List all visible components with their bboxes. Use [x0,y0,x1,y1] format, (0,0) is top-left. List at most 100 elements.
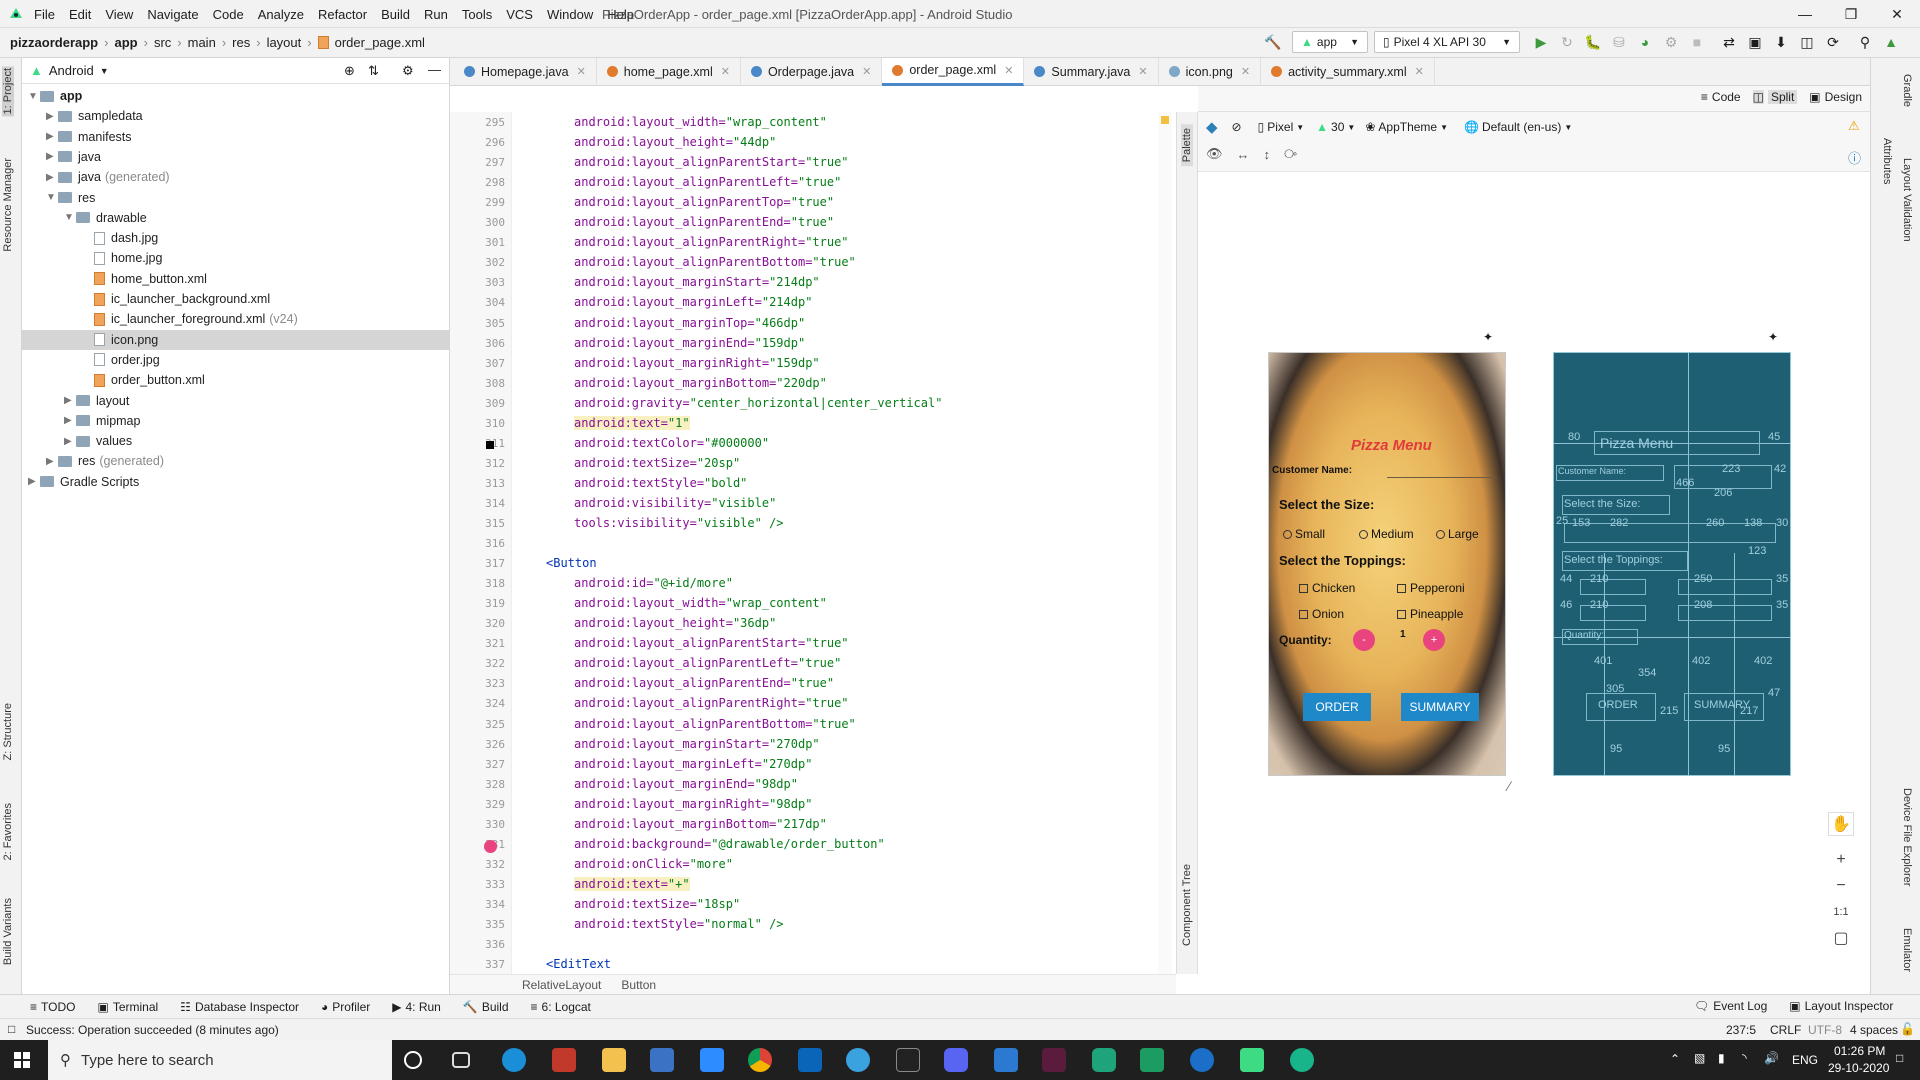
expanded-arrow-icon[interactable]: ▼ [64,212,76,223]
tree-item[interactable]: order.jpg [22,350,450,370]
code-line[interactable]: android:layout_marginLeft="270dp" [574,757,812,771]
phone-preview[interactable]: Pizza Menu Customer Name: Select the Siz… [1268,352,1506,776]
menu-edit[interactable]: Edit [69,7,91,22]
app-icon[interactable] [552,1048,576,1072]
bottom-tool-database-inspector[interactable]: ☷ Database Inspector [180,1000,299,1014]
close-tab-icon[interactable]: ✕ [862,65,871,78]
zoom-in-button[interactable]: + [1828,848,1854,872]
tree-item[interactable]: ▶ values [22,431,450,451]
hammer-icon[interactable]: 🔨 [1262,31,1284,53]
attach-debugger-icon[interactable]: ⚙ [1660,31,1682,53]
favorites-tab[interactable]: 2: Favorites [2,803,14,860]
resource-manager-tab[interactable]: Resource Manager [2,158,14,252]
bottom-tool-todo[interactable]: ≡ TODO [30,1000,75,1014]
edge-icon[interactable] [502,1048,526,1072]
device-manager-icon[interactable]: ◫ [1796,31,1818,53]
language-indicator[interactable]: ENG [1792,1053,1818,1067]
line-separator[interactable]: CRLF [1770,1023,1801,1037]
store-icon[interactable] [650,1048,674,1072]
coverage-icon[interactable]: ⛁ [1608,31,1630,53]
theme-selector[interactable]: AppTheme [1378,120,1437,134]
status-message[interactable]: Success: Operation succeeded (8 minutes … [26,1023,279,1037]
device-file-explorer-tab[interactable]: Device File Explorer [1901,788,1913,886]
code-line[interactable]: android:layout_marginEnd="98dp" [574,777,798,791]
design-device-selector[interactable]: Pixel [1267,120,1293,134]
layout-validation-tab[interactable]: Layout Validation [1901,158,1913,242]
editor-tab[interactable]: order_page.xml ✕ [882,57,1025,86]
resize-handle-icon[interactable]: ∕ [1508,778,1510,794]
tree-item[interactable]: ▼ app [22,86,450,106]
tree-item[interactable]: ▶ layout [22,391,450,411]
preview-size-medium[interactable]: Medium [1359,527,1414,541]
code-line[interactable]: android:text="1" [574,415,690,430]
code-line[interactable]: android:layout_alignParentBottom="true" [574,255,856,269]
structure-tab[interactable]: Z: Structure [2,703,14,760]
tree-item[interactable]: ▼ drawable [22,208,450,228]
collapsed-arrow-icon[interactable]: ▶ [46,456,58,467]
menu-run[interactable]: Run [424,7,448,22]
preview-topping-chicken[interactable]: Chicken [1299,581,1355,595]
layout-inspector-tab[interactable]: ▣ Layout Inspector [1789,999,1893,1013]
zoom-app-icon[interactable] [700,1048,724,1072]
code-line[interactable]: android:layout_marginEnd="159dp" [574,336,805,350]
code-line[interactable]: android:layout_alignParentRight="true" [574,235,849,249]
project-tool-tab[interactable]: 1: Project [2,66,14,117]
cortana-icon[interactable] [404,1051,422,1069]
code-line[interactable]: tools:visibility="visible" /> [574,516,784,530]
breadcrumb-item[interactable]: order_page.xml [335,35,425,50]
bottom-tool-4-run[interactable]: ▶ 4: Run [392,1000,441,1014]
tree-item[interactable]: ▶ mipmap [22,411,450,431]
code-line[interactable]: android:layout_alignParentRight="true" [574,696,849,710]
code-line[interactable]: android:textSize="18sp" [574,897,740,911]
maximize-button[interactable]: ❐ [1828,0,1874,28]
taskbar-search[interactable]: ⚲ Type here to search [48,1040,392,1080]
collapsed-arrow-icon[interactable]: ▶ [46,172,58,183]
breadcrumb-item[interactable]: main [188,35,216,50]
code-line[interactable]: android:layout_alignParentEnd="true" [574,676,834,690]
chrome-icon[interactable] [748,1048,772,1072]
update-icon[interactable]: ▲ [1880,31,1902,53]
device-selector[interactable]: ▯ Pixel 4 XL API 30 ▼ [1374,31,1520,53]
code-line[interactable]: android:layout_width="wrap_content" [574,596,827,610]
code-line[interactable]: android:layout_alignParentLeft="true" [574,175,841,189]
project-view-selector[interactable]: Android [49,63,94,78]
code-line[interactable]: android:layout_alignParentStart="true" [574,636,849,650]
zoom-actual-button[interactable]: 1:1 [1828,900,1854,924]
code-line[interactable]: android:gravity="center_horizontal|cente… [574,396,942,410]
magnet-icon[interactable]: ⧂ [1284,146,1297,162]
file-explorer-icon[interactable] [602,1048,626,1072]
close-button[interactable]: ✕ [1874,0,1920,28]
code-line[interactable]: android:layout_marginTop="466dp" [574,316,805,330]
close-tab-icon[interactable]: ✕ [1241,65,1250,78]
close-tab-icon[interactable]: ✕ [721,65,730,78]
collapsed-arrow-icon[interactable]: ▶ [64,436,76,447]
android-sync-icon[interactable]: ⟳ [1822,31,1844,53]
locate-icon[interactable]: ⊕ [344,63,355,79]
gear-icon[interactable]: ⚙ [402,63,414,79]
minimize-button[interactable]: — [1782,0,1828,28]
code-line[interactable]: android:layout_marginLeft="214dp" [574,295,812,309]
outlook-icon[interactable] [798,1048,822,1072]
wifi-icon[interactable]: ◝ [1742,1051,1747,1065]
notifications-icon[interactable]: □ [1896,1051,1903,1065]
intellij-icon[interactable] [1190,1048,1214,1072]
bottom-tool-build[interactable]: 🔨 Build [463,1000,509,1014]
network-icon[interactable]: ▧ [1694,1051,1705,1065]
collapsed-arrow-icon[interactable]: ▶ [64,415,76,426]
collapsed-arrow-icon[interactable]: ▶ [46,151,58,162]
warning-icon[interactable]: ⚠ [1848,118,1860,134]
color-preview-icon[interactable] [486,440,494,449]
code-line[interactable]: android:layout_alignParentStart="true" [574,155,849,169]
code-line[interactable]: android:textSize="20sp" [574,456,740,470]
preview-minus-button[interactable]: - [1353,629,1375,651]
tree-item[interactable]: home_button.xml [22,269,450,289]
lock-icon[interactable]: 🔓 [1900,1022,1915,1036]
preview-topping-onion[interactable]: Onion [1299,607,1344,621]
breadcrumb-item[interactable]: src [154,35,171,50]
tree-item[interactable]: ▶ manifests [22,127,450,147]
drawable-preview-icon[interactable] [484,839,497,853]
sync-icon[interactable]: ⇄ [1718,31,1740,53]
code-line[interactable]: android:layout_alignParentEnd="true" [574,215,834,229]
mm-app-icon[interactable] [896,1048,920,1072]
editor-tab[interactable]: Homepage.java ✕ [454,57,597,86]
